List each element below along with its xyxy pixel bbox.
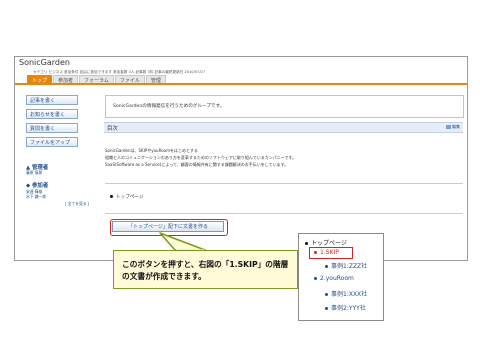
bullet-icon [314, 277, 317, 280]
toc-title: 目次 [107, 126, 118, 132]
tree-node-label: 1.SKIP [320, 249, 339, 256]
app-title: SonicGarden [19, 58, 70, 67]
tree-node-case: 事例1:ZZZ社 [325, 261, 367, 270]
upload-file-button[interactable]: ファイルをアップ [26, 137, 78, 147]
tree-node-label: 事例1:XXX社 [331, 291, 368, 298]
bullet-icon [305, 242, 308, 245]
group-intro-box: SonicGardenの情報発信を行うためのグループです。 [105, 95, 464, 118]
admin-name-link[interactable]: 藤原 慎郎 [26, 170, 42, 176]
bullet-icon [314, 251, 317, 254]
hierarchy-tree: トップページ 1.SKIP 事例1:ZZZ社 2.youRoom 事例1:XXX… [298, 233, 384, 321]
members-heading: ◆ 参加者 [26, 181, 48, 189]
bullet-icon [325, 293, 328, 296]
tree-root-label: トップページ [311, 240, 347, 247]
description-line: SonicGardenは、SKIPやyouRoomをはじめとする [105, 148, 198, 153]
tree-node-label: 事例2:YYY社 [331, 305, 366, 312]
member-link[interactable]: 水下 謙一郎 [26, 194, 46, 200]
bullet-icon [110, 195, 113, 198]
tree-node-case: 事例2:YYY社 [325, 303, 366, 312]
toc-item-label: トップページ [116, 195, 144, 200]
toc-item-top-page[interactable]: トップページ [110, 194, 143, 200]
tree-root: トップページ [305, 238, 347, 247]
tree-node-label: 2.youRoom [320, 275, 354, 282]
app-window: SonicGarden カテゴリ ビジネス 参加条件 自由に参加できます 参加者… [14, 56, 468, 261]
write-question-button[interactable]: 質問を書く [26, 123, 78, 133]
tree-node-label: 事例1:ZZZ社 [331, 263, 368, 270]
explanation-callout: このボタンを押すと、右図の「1.SKIP」の階層の文書が作成できます。 [113, 250, 298, 289]
see-all-members-link[interactable]: [ 全てを見る ] [65, 201, 89, 207]
write-article-button[interactable]: 記事を書く [26, 95, 78, 105]
tree-node-case: 事例1:XXX社 [325, 289, 367, 298]
callout-text: このボタンを押すと、右図の「1.SKIP」の階層の文書が作成できます。 [122, 260, 289, 281]
tree-node-skip: 1.SKIP [314, 249, 339, 256]
toc-panel: トップページ [105, 183, 463, 214]
description-line: SaaS(Software as a Service)によって、顧客の情報共有に… [105, 162, 289, 167]
group-intro-text: SonicGardenの情報発信を行うためのグループです。 [113, 104, 225, 109]
bullet-icon [325, 265, 328, 268]
edit-link[interactable]: 編集 [446, 124, 460, 130]
edit-icon [446, 125, 451, 129]
write-notice-button[interactable]: お知らせを書く [26, 109, 78, 119]
create-child-document-button[interactable]: 「トップページ」配下に文書を作る [112, 221, 224, 232]
bullet-icon [325, 307, 328, 310]
edit-label: 編集 [452, 124, 460, 129]
toc-header: 目次 編集 [104, 122, 463, 133]
tab-underline [15, 83, 467, 85]
description-line: 組織と人のコミュニケーションのあり方を変革するためのソフトウェアに取り組んでいる… [105, 155, 297, 160]
tree-node-youroom: 2.youRoom [314, 275, 354, 282]
